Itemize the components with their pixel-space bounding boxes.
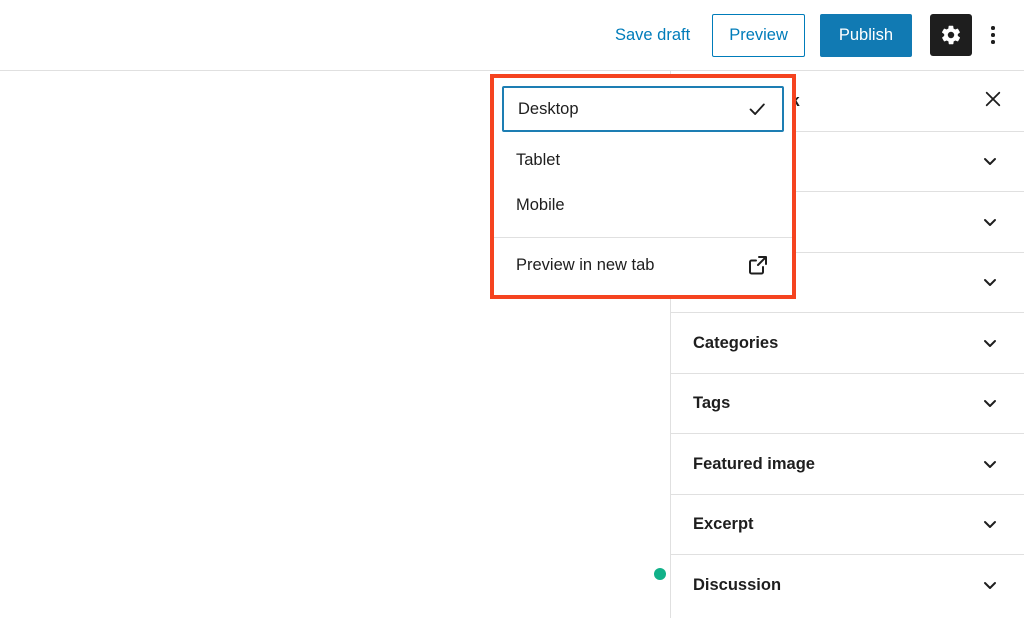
close-sidebar-button[interactable] [976, 84, 1010, 118]
chevron-down-icon [978, 512, 1002, 536]
publish-button[interactable]: Publish [819, 13, 912, 57]
menu-item-label: Mobile [516, 196, 565, 215]
panel-tags[interactable]: Tags [671, 373, 1024, 434]
menu-item-label: Preview in new tab [516, 255, 655, 274]
close-icon [984, 90, 1002, 111]
block-indicator-dot [654, 568, 666, 580]
gear-icon [940, 24, 962, 46]
panel-excerpt[interactable]: Excerpt [671, 494, 1024, 555]
panel-label: Excerpt [693, 515, 754, 533]
panel-label: Discussion [693, 576, 782, 594]
panel-label: Categories [693, 333, 779, 352]
chevron-down-icon [978, 391, 1002, 415]
menu-item-label: Tablet [516, 151, 561, 170]
panel-label: Tags [693, 394, 731, 412]
panel-label: Featured image [693, 454, 815, 473]
chevron-down-icon [978, 270, 1002, 294]
menu-item-tablet[interactable]: Tablet [494, 138, 792, 183]
header-actions: Save draft Preview Publish [603, 0, 1010, 70]
chevron-down-icon [978, 331, 1002, 355]
menu-item-label: Desktop [518, 99, 579, 118]
chevron-down-icon [978, 149, 1002, 173]
preview-dropdown-highlight: Desktop Tablet Mobile Preview in new tab [490, 74, 796, 299]
more-vertical-icon [991, 26, 995, 44]
preview-dropdown-menu: Desktop Tablet Mobile Preview in new tab [494, 78, 792, 295]
menu-item-desktop[interactable]: Desktop [502, 86, 784, 132]
panel-discussion[interactable]: Discussion [671, 555, 1024, 616]
chevron-down-icon [978, 452, 1002, 476]
preview-button[interactable]: Preview [712, 13, 805, 57]
editor-header: Save draft Preview Publish [0, 0, 1024, 71]
settings-button[interactable] [930, 14, 972, 56]
external-link-icon [746, 253, 770, 277]
chevron-down-icon [978, 573, 1002, 597]
chevron-down-icon [978, 210, 1002, 234]
panel-categories[interactable]: Categories [671, 313, 1024, 374]
menu-item-mobile[interactable]: Mobile [494, 183, 792, 228]
more-options-button[interactable] [976, 14, 1010, 56]
panel-featured-image[interactable]: Featured image [671, 434, 1024, 495]
editor-window: Save draft Preview Publish Categories Ta… [0, 0, 1024, 618]
save-draft-button[interactable]: Save draft [603, 19, 702, 52]
menu-item-preview-new-tab[interactable]: Preview in new tab [494, 238, 792, 292]
checkmark-icon [746, 98, 768, 120]
